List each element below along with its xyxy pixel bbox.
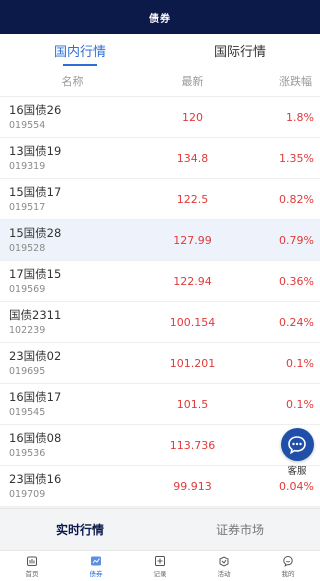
page-title: 债券: [149, 13, 171, 25]
bond-change: 1.8%: [286, 110, 314, 124]
table-row[interactable]: 23国债16 019709 99.913 0.04%: [0, 466, 320, 507]
bond-price: 99.913: [173, 479, 212, 493]
column-latest: 最新: [181, 75, 204, 88]
bond-price: 122.94: [173, 274, 212, 288]
nav-home[interactable]: 首页: [0, 551, 64, 581]
bond-code: 019695: [9, 365, 46, 377]
bond-name: 16国债17: [9, 389, 62, 404]
nav-activity-label: 活动: [217, 569, 231, 578]
customer-service-label: 客服: [287, 466, 307, 477]
home-icon: [27, 556, 37, 566]
bond-name: 13国债19: [9, 143, 62, 158]
bond-code: 019554: [9, 119, 46, 131]
subtab-securities-market-label: 证券市场: [215, 523, 264, 537]
bond-price: 127.99: [173, 233, 212, 247]
tab-domestic[interactable]: 国内行情: [0, 34, 160, 66]
column-name: 名称: [61, 75, 84, 88]
bond-price: 120: [182, 110, 203, 124]
customer-service-button[interactable]: 客服: [280, 428, 314, 478]
table-row[interactable]: 17国债15 019569 122.94 0.36%: [0, 261, 320, 302]
bond-name: 17国债15: [9, 266, 62, 281]
table-row[interactable]: 16国债08 019536 113.736: [0, 425, 320, 466]
bond-code: 019517: [9, 201, 46, 213]
nav-bond-label: 债券: [89, 569, 103, 578]
bond-price: 100.154: [169, 315, 216, 329]
subtab-realtime[interactable]: 实时行情: [0, 509, 160, 550]
nav-record-label: 记录: [153, 569, 167, 578]
bond-name: 23国债02: [9, 348, 62, 363]
table-header: 名称 最新 涨跌幅: [0, 66, 320, 97]
bond-change: 0.82%: [279, 192, 314, 206]
bond-icon: [91, 556, 101, 565]
bond-name: 15国债17: [9, 184, 62, 199]
bond-code: 019545: [9, 406, 46, 418]
record-icon: [155, 555, 165, 566]
bond-price: 113.736: [169, 438, 216, 452]
tab-international[interactable]: 国际行情: [160, 34, 320, 66]
profile-icon: [283, 555, 293, 567]
market-tabs: 国内行情 国际行情: [0, 34, 320, 66]
bond-code: 019528: [9, 242, 46, 254]
bond-change: 0.1%: [286, 397, 314, 411]
sub-tabs: 实时行情 证券市场: [0, 508, 320, 550]
bond-change: 0.1%: [286, 356, 314, 370]
bond-name: 23国债16: [9, 471, 62, 486]
bond-price: 122.5: [176, 192, 209, 206]
tab-international-label: 国际行情: [213, 44, 266, 60]
bond-price: 101.201: [169, 356, 216, 370]
bottom-nav: 首页 债券 记录 活动 我的: [0, 550, 320, 581]
activity-icon: [219, 555, 229, 567]
bond-code: 019569: [9, 283, 46, 295]
table-row[interactable]: 13国债19 019319 134.8 1.35%: [0, 138, 320, 179]
nav-record[interactable]: 记录: [128, 551, 192, 581]
table-row[interactable]: 16国债26 019554 120 1.8%: [0, 97, 320, 138]
table-row[interactable]: 15国债28 019528 127.99 0.79%: [0, 220, 320, 261]
bond-price: 134.8: [176, 151, 209, 165]
table-row[interactable]: 23国债02 019695 101.201 0.1%: [0, 343, 320, 384]
table-row[interactable]: 16国债17 019545 101.5 0.1%: [0, 384, 320, 425]
bond-change: 0.04%: [279, 479, 314, 493]
bond-name: 国债2311: [9, 307, 62, 322]
bond-price: 101.5: [176, 397, 209, 411]
nav-profile-label: 我的: [281, 569, 295, 578]
bond-change: 1.35%: [279, 151, 314, 165]
subtab-realtime-label: 实时行情: [55, 523, 104, 537]
tab-domestic-label: 国内行情: [53, 44, 106, 60]
bond-code: 019319: [9, 160, 46, 172]
bond-code: 019536: [9, 447, 46, 459]
nav-bond[interactable]: 债券: [64, 551, 128, 581]
bond-code: 102239: [9, 324, 46, 336]
bond-name: 16国债08: [9, 430, 62, 445]
bond-change: 0.36%: [279, 274, 314, 288]
table-row[interactable]: 国债2311 102239 100.154 0.24%: [0, 302, 320, 343]
nav-activity[interactable]: 活动: [192, 551, 256, 581]
nav-home-label: 首页: [25, 569, 39, 578]
bond-name: 16国债26: [9, 102, 62, 117]
bond-list: 16国债26 019554 120 1.8% 13国债19 019319 134.8…: [0, 97, 320, 507]
bond-change: 0.79%: [279, 233, 314, 247]
chat-icon: [280, 428, 314, 461]
bond-name: 15国债28: [9, 225, 62, 240]
column-change: 涨跌幅: [279, 75, 312, 88]
bond-code: 019709: [9, 488, 46, 500]
bond-change: 0.24%: [279, 315, 314, 329]
table-row[interactable]: 15国债17 019517 122.5 0.82%: [0, 179, 320, 220]
subtab-securities-market[interactable]: 证券市场: [160, 509, 320, 550]
page-header: 债券: [0, 0, 320, 34]
nav-profile[interactable]: 我的: [256, 551, 320, 581]
